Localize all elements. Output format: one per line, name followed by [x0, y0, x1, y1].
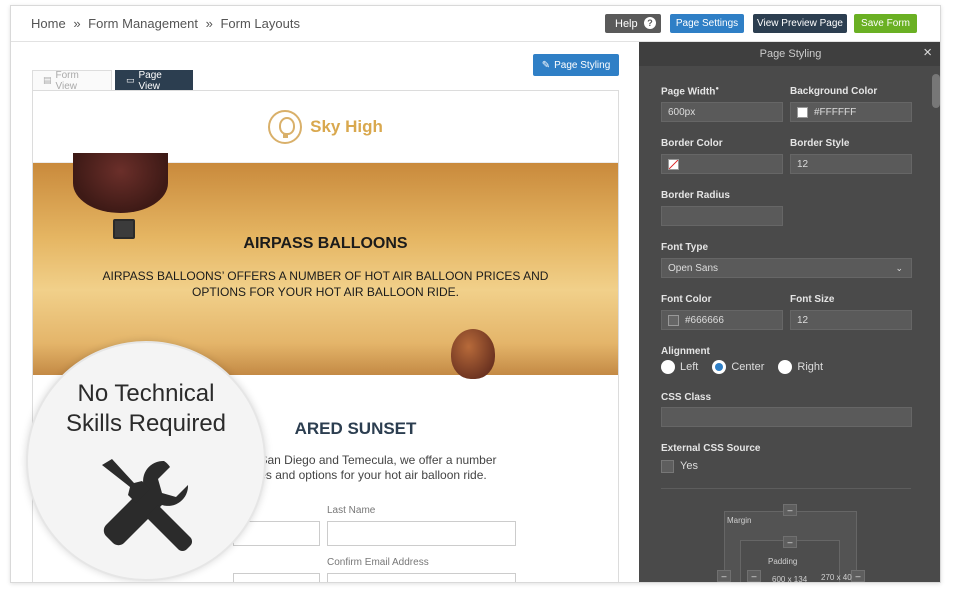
background-color-label: Background Color	[790, 86, 878, 97]
font-type-label: Font Type	[661, 242, 709, 253]
confirm-email-field[interactable]	[327, 573, 516, 582]
page-width-input[interactable]: 600px	[661, 102, 783, 122]
radio-label: Center	[731, 361, 765, 373]
page-styling-panel: Page Styling × Page Width● 600px Backgro…	[639, 42, 940, 583]
help-button-label: Help	[615, 17, 638, 30]
border-style-label: Border Style	[790, 138, 850, 149]
color-swatch[interactable]	[668, 314, 679, 326]
border-color-input[interactable]	[661, 154, 783, 174]
confirm-email-label: Confirm Email Address	[327, 557, 429, 568]
font-type-select[interactable]: Open Sans ⌄	[661, 258, 912, 278]
monitor-icon: ▭	[126, 75, 135, 85]
alignment-label: Alignment	[661, 346, 710, 357]
font-size-label: Font Size	[790, 294, 835, 305]
top-bar: Home » Form Management » Form Layouts He…	[11, 6, 940, 42]
question-icon: ?	[644, 17, 656, 29]
no-technical-skills-badge: No Technical Skills Required	[26, 341, 266, 581]
divider	[661, 488, 911, 489]
background-color-value: #FFFFFF	[814, 106, 857, 118]
breadcrumb-separator: »	[205, 16, 213, 31]
balloon-logo-icon	[268, 109, 303, 144]
hot-air-balloon-image	[451, 329, 495, 379]
font-color-input[interactable]: #666666	[661, 310, 783, 330]
page-styling-button-label: Page Styling	[554, 59, 611, 71]
email-field[interactable]	[233, 573, 320, 582]
breadcrumb-form-layouts: Form Layouts	[220, 16, 300, 31]
radio-label: Left	[680, 361, 699, 373]
breadcrumb: Home » Form Management » Form Layouts	[31, 16, 304, 31]
external-css-label: External CSS Source	[661, 443, 761, 454]
radio-circle-selected[interactable]	[712, 360, 727, 374]
padding-left-decrement-button[interactable]: –	[747, 570, 761, 582]
page-styling-button[interactable]: ✎ Page Styling	[533, 54, 619, 76]
margin-right-decrement-button[interactable]: –	[851, 570, 865, 582]
background-color-input[interactable]: #FFFFFF	[790, 102, 912, 122]
radio-circle[interactable]	[661, 360, 675, 374]
font-color-label: Font Color	[661, 294, 712, 305]
font-size-input[interactable]: 12	[790, 310, 912, 330]
panel-title: Page Styling	[759, 48, 822, 60]
pencil-icon: ✎	[541, 59, 551, 71]
radio-circle[interactable]	[778, 360, 793, 374]
alignment-radio-group: Left Center Right	[661, 360, 837, 374]
save-form-button[interactable]: Save Form	[854, 14, 917, 33]
font-color-value: #666666	[685, 314, 724, 326]
help-button[interactable]: Help ?	[605, 14, 661, 33]
radio-label: Right	[797, 361, 824, 373]
panel-scrollbar[interactable]	[932, 74, 940, 108]
hot-air-balloon-image	[73, 153, 168, 213]
badge-text-line: Skills Required	[65, 410, 227, 437]
css-class-input[interactable]	[661, 407, 912, 427]
external-css-checkbox[interactable]	[661, 460, 674, 473]
border-style-input[interactable]: 12	[790, 154, 912, 174]
breadcrumb-form-management[interactable]: Form Management	[88, 16, 198, 31]
badge-text: No Technical Skills Required	[28, 379, 264, 439]
outer-size-readout: 270 x 40	[821, 573, 852, 582]
padding-top-decrement-button[interactable]: –	[783, 536, 797, 548]
page-settings-button[interactable]: Page Settings	[670, 14, 744, 33]
breadcrumb-home[interactable]: Home	[31, 16, 66, 31]
margin-left-decrement-button[interactable]: –	[717, 570, 731, 582]
badge-text-line: No Technical	[77, 380, 215, 407]
color-swatch[interactable]	[797, 106, 808, 118]
align-left-radio[interactable]: Left	[661, 360, 698, 374]
external-css-checkbox-label: Yes	[680, 460, 698, 472]
last-name-label: Last Name	[327, 505, 376, 516]
hero-title: AIRPASS BALLOONS	[243, 235, 408, 252]
view-preview-page-button[interactable]: View Preview Page	[753, 14, 847, 33]
logo-text: Sky High	[310, 116, 383, 136]
font-type-value: Open Sans	[668, 262, 719, 274]
page-width-label: Page Width●	[661, 86, 719, 98]
close-icon[interactable]: ×	[923, 45, 932, 60]
align-right-radio[interactable]: Right	[778, 360, 823, 374]
inner-size-readout: 600 x 134	[772, 575, 808, 583]
border-color-label: Border Color	[661, 138, 723, 149]
tab-page-view-label: Page View	[138, 69, 162, 92]
wrench-screwdriver-icon	[102, 459, 193, 552]
padding-label: Padding	[768, 557, 798, 566]
tab-form-view[interactable]: ▤ Form View	[32, 69, 112, 92]
tab-form-view-label: Form View	[55, 69, 79, 92]
breadcrumb-separator: »	[73, 16, 81, 31]
align-center-radio[interactable]: Center	[712, 360, 764, 374]
info-icon: ●	[715, 86, 719, 92]
no-color-swatch-icon[interactable]	[668, 158, 679, 170]
chevron-down-icon: ⌄	[895, 262, 903, 273]
hero-description: AIRPASS BALLOONS’ OFFERS A NUMBER OF HOT…	[102, 269, 549, 299]
margin-label: Margin	[727, 516, 752, 525]
border-radius-label: Border Radius	[661, 190, 730, 201]
tab-page-view[interactable]: ▭ Page View	[115, 69, 193, 92]
border-radius-input[interactable]	[661, 206, 783, 226]
last-name-field[interactable]	[327, 521, 516, 546]
margin-top-decrement-button[interactable]: –	[783, 504, 797, 516]
document-icon: ▤	[43, 75, 52, 85]
css-class-label: CSS Class	[661, 392, 712, 403]
app-window: Home » Form Management » Form Layouts He…	[10, 5, 941, 583]
panel-header: Page Styling ×	[639, 42, 940, 66]
